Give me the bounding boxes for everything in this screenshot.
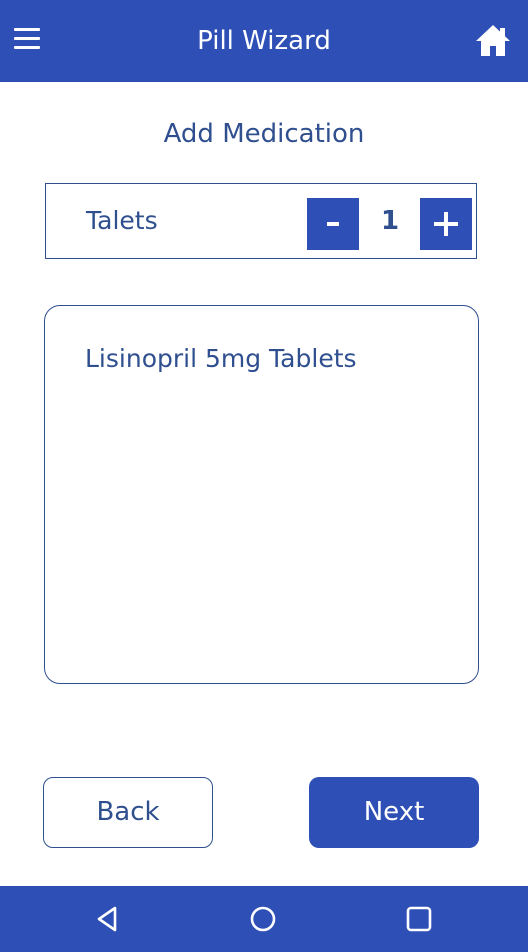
increment-button[interactable] bbox=[420, 198, 472, 250]
medication-name: Lisinopril 5mg Tablets bbox=[85, 344, 357, 373]
system-nav-bar bbox=[0, 886, 528, 952]
quantity-value: 1 bbox=[380, 206, 400, 236]
top-app-bar: Pill Wizard bbox=[0, 0, 528, 82]
triangle-back-icon[interactable] bbox=[92, 904, 122, 934]
circle-home-icon[interactable] bbox=[248, 904, 278, 934]
back-button[interactable]: Back bbox=[43, 777, 213, 848]
home-icon[interactable] bbox=[474, 22, 512, 58]
minus-icon bbox=[327, 222, 339, 226]
decrement-button[interactable] bbox=[307, 198, 359, 250]
page-heading: Add Medication bbox=[163, 119, 365, 149]
quantity-stepper: Talets 1 bbox=[45, 183, 477, 259]
unit-label: Talets bbox=[86, 206, 158, 235]
app-title: Pill Wizard bbox=[197, 26, 331, 56]
next-button[interactable]: Next bbox=[309, 777, 479, 848]
square-recents-icon[interactable] bbox=[404, 904, 434, 934]
medication-text-area[interactable]: Lisinopril 5mg Tablets bbox=[44, 305, 479, 684]
